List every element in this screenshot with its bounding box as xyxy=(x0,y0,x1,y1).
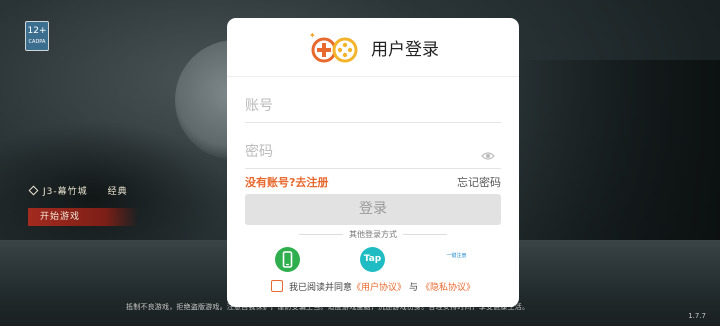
taptap-login-button[interactable]: Tap xyxy=(360,247,385,272)
divider-line xyxy=(299,234,343,235)
account-field xyxy=(245,92,501,123)
server-tag: 经典 xyxy=(107,187,128,197)
age-rating-text: 12+ xyxy=(27,26,47,36)
user-agreement-link[interactable]: 《用户协议》 xyxy=(352,280,406,293)
start-game-button[interactable]: 开始游戏 xyxy=(28,208,138,226)
phone-icon xyxy=(282,251,293,268)
dialog-header: ✦ 用户登录 xyxy=(227,18,519,77)
agreement-row: 我已阅读并同意 《用户协议》 与 《隐私协议》 xyxy=(271,279,475,293)
agreement-checkbox[interactable] xyxy=(271,280,283,292)
version-label: 1.7.7 xyxy=(688,312,706,320)
login-button[interactable]: 登录 xyxy=(245,194,501,225)
account-input[interactable] xyxy=(245,92,465,120)
agreement-prefix: 我已阅读并同意 xyxy=(289,282,353,293)
other-login-label: 其他登录方式 xyxy=(349,230,397,239)
eye-icon[interactable] xyxy=(481,146,495,165)
one-click-register-button[interactable]: 一键注册 xyxy=(444,247,469,272)
server-selector[interactable]: J3-幕竹城 经典 xyxy=(28,184,128,197)
agreement-and: 与 xyxy=(409,282,419,293)
server-name: J3-幕竹城 xyxy=(43,187,88,197)
other-login-divider: 其他登录方式 xyxy=(227,229,519,240)
password-input[interactable] xyxy=(245,138,465,166)
age-rating-sub: CADPA xyxy=(28,39,46,45)
privacy-policy-link[interactable]: 《隐私协议》 xyxy=(421,280,475,293)
login-dialog: ✦ 用户登录 没有账号?去注册 忘记密码 登录 其他登录方式 xyxy=(227,18,519,307)
dialog-title: 用户登录 xyxy=(371,39,439,60)
login-methods: Tap 一键注册 xyxy=(227,247,519,273)
register-link[interactable]: 没有账号?去注册 xyxy=(245,174,328,190)
game-controller-logo-icon: ✦ xyxy=(307,29,361,65)
forgot-password-link[interactable]: 忘记密码 xyxy=(457,174,501,190)
age-rating-badge: 12+ CADPA xyxy=(25,21,49,51)
password-field xyxy=(245,138,501,169)
diamond-icon xyxy=(28,185,39,196)
divider-line xyxy=(403,234,447,235)
phone-login-button[interactable] xyxy=(275,247,300,272)
svg-text:✦: ✦ xyxy=(309,31,316,40)
account-links: 没有账号?去注册 忘记密码 xyxy=(245,174,501,190)
